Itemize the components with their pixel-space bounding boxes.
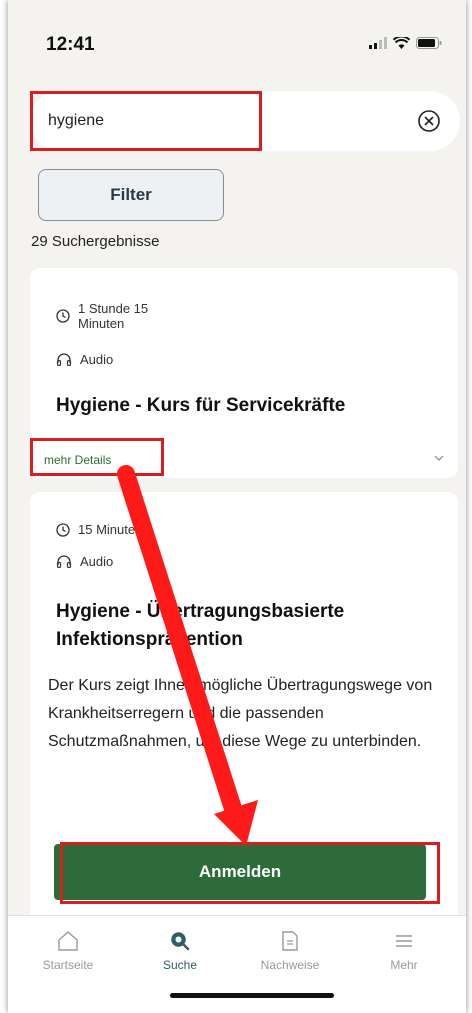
clock-icon bbox=[56, 523, 70, 537]
duration-text: 15 Minuten bbox=[78, 522, 143, 537]
tab-mehr[interactable]: Mehr bbox=[354, 930, 454, 972]
home-indicator bbox=[170, 993, 334, 998]
media-row: Audio bbox=[56, 352, 113, 367]
menu-icon bbox=[396, 935, 412, 947]
clear-search-icon[interactable] bbox=[416, 108, 442, 134]
clock-icon bbox=[56, 309, 70, 323]
tab-nachweise[interactable]: Nachweise bbox=[240, 930, 340, 972]
headphones-icon bbox=[56, 555, 72, 568]
search-icon bbox=[171, 932, 190, 951]
phone-screen: 12:41 Filter 29 Suchergebn bbox=[8, 0, 466, 1013]
tab-bar: Startseite Suche Nachweise Mehr bbox=[8, 915, 466, 1013]
media-text: Audio bbox=[80, 352, 114, 367]
signal-icon bbox=[369, 37, 387, 49]
media-text: Audio bbox=[80, 554, 114, 569]
duration-text: 1 Stunde 15 Minuten bbox=[78, 301, 149, 331]
status-bar: 12:41 bbox=[8, 0, 466, 70]
course-card[interactable]: 1 Stunde 15 Minuten Audio Hygiene - Kurs… bbox=[30, 268, 458, 478]
course-title: Hygiene - Kurs für Servicekräfte bbox=[56, 395, 346, 416]
home-icon bbox=[58, 931, 78, 951]
more-details-link[interactable]: mehr Details bbox=[44, 453, 111, 467]
battery-icon bbox=[416, 37, 442, 49]
result-count: 29 Suchergebnisse bbox=[31, 233, 160, 250]
search-bar bbox=[30, 91, 460, 151]
course-card[interactable]: 15 Minuten Audio Hygiene - Übertragungsb… bbox=[30, 492, 458, 932]
duration-row: 1 Stunde 15 Minuten bbox=[56, 301, 148, 331]
status-time: 12:41 bbox=[46, 34, 95, 55]
status-icons bbox=[369, 37, 442, 49]
wifi-icon bbox=[393, 37, 410, 49]
chevron-down-icon[interactable] bbox=[434, 454, 444, 462]
register-button[interactable]: Anmelden bbox=[54, 844, 426, 900]
tab-label: Nachweise bbox=[260, 958, 320, 972]
tab-suche[interactable]: Suche bbox=[130, 930, 230, 972]
document-icon bbox=[282, 931, 298, 951]
tab-label: Suche bbox=[162, 958, 198, 972]
course-description: Der Kurs zeigt Ihnen mögliche Übertragun… bbox=[48, 677, 433, 750]
headphones-icon bbox=[56, 353, 72, 366]
tab-label: Mehr bbox=[390, 958, 418, 972]
media-row: Audio bbox=[56, 554, 113, 569]
filter-button[interactable]: Filter bbox=[38, 169, 224, 221]
tab-label: Startseite bbox=[42, 958, 94, 972]
course-title: Hygiene - Übertragungsbasierte Infektion… bbox=[56, 601, 345, 650]
search-input[interactable] bbox=[30, 91, 350, 151]
tab-startseite[interactable]: Startseite bbox=[18, 930, 118, 972]
duration-row: 15 Minuten bbox=[56, 522, 142, 537]
